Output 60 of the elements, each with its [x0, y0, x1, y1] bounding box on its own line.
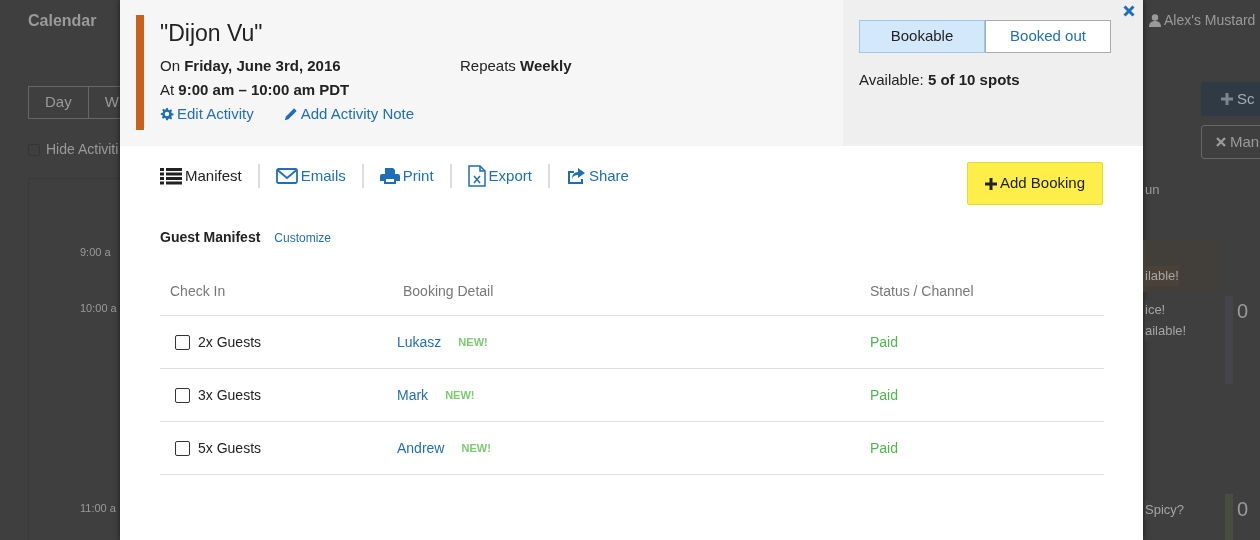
toolbar-tab[interactable]: Emails [275, 164, 346, 188]
close-icon[interactable] [1123, 5, 1135, 17]
new-label: NEW! [461, 440, 491, 456]
checkbox-label: Hide Activiti [46, 140, 119, 159]
user-icon [1149, 14, 1161, 27]
booking-count: 0 [1237, 299, 1249, 324]
guest-name-link[interactable]: Mark [397, 384, 429, 406]
payment-status: Paid [869, 438, 900, 458]
day-header: un [1145, 181, 1160, 199]
booking-count: 0 [1237, 497, 1249, 522]
share-icon [565, 167, 586, 185]
edit-link[interactable]: Edit Activity [160, 102, 254, 126]
guest-name-link[interactable]: Lukasz [397, 331, 442, 353]
plus-icon [984, 177, 997, 190]
list-icon [160, 167, 182, 185]
activity-time: At 9:00 am – 10:00 am PDT [160, 80, 351, 100]
page-title: Calendar [28, 11, 97, 31]
user-name: Alex's Mustard [1164, 11, 1256, 30]
guest-count: 5x Guests [198, 438, 262, 458]
plus-icon [1221, 93, 1233, 105]
toolbar-tab[interactable]: Export [467, 164, 532, 188]
add-booking-button[interactable]: Add Booking [967, 162, 1103, 205]
toolbar-tab[interactable]: Manifest [160, 164, 242, 188]
toolbar-tab[interactable]: Share [565, 164, 629, 188]
gear-icon [160, 107, 174, 121]
manage-button[interactable]: Man [1201, 125, 1260, 159]
time-label: 10:00 a [80, 301, 117, 316]
guest-name-link[interactable]: Andrew [397, 437, 445, 459]
check-in-checkbox[interactable] [175, 334, 190, 350]
pencil-icon [283, 107, 298, 121]
section-title: Guest Manifest [160, 228, 261, 247]
repeat-info: Repeats Weekly [460, 56, 572, 76]
check-in-checkbox[interactable] [175, 440, 190, 456]
print-icon [379, 167, 400, 185]
column-header: Booking Detail [402, 282, 495, 301]
activity-title: "Dijon Vu" [160, 19, 264, 47]
payment-status: Paid [869, 385, 900, 405]
customize-link[interactable]: Customize [274, 229, 332, 247]
status-toggle[interactable]: Booked out [985, 20, 1111, 53]
status-toggle[interactable]: Bookable [859, 20, 985, 53]
envelope-icon [275, 168, 298, 184]
column-header: Check In [169, 282, 227, 301]
check-in-checkbox[interactable] [175, 387, 190, 403]
schedule-button[interactable]: Sc [1201, 82, 1260, 116]
guest-count: 3x Guests [198, 385, 262, 405]
close-icon [1216, 137, 1226, 147]
note-link[interactable]: Add Activity Note [283, 102, 415, 126]
event-text: ilable! [1145, 266, 1179, 286]
spreadsheet-file-icon [467, 165, 486, 187]
time-label: 11:00 a [80, 501, 116, 516]
availability-text: Available: 5 of 10 spots [859, 70, 1021, 90]
activity-date: On Friday, June 3rd, 2016 [160, 56, 342, 76]
toolbar-tab[interactable]: Print [379, 164, 434, 188]
column-header: Status / Channel [869, 282, 975, 301]
time-label: 9:00 a [80, 245, 111, 260]
new-label: NEW! [445, 387, 475, 403]
guest-count: 2x Guests [198, 332, 262, 352]
view-tab[interactable]: Day [28, 86, 89, 119]
payment-status: Paid [869, 332, 900, 352]
new-label: NEW! [458, 334, 488, 350]
